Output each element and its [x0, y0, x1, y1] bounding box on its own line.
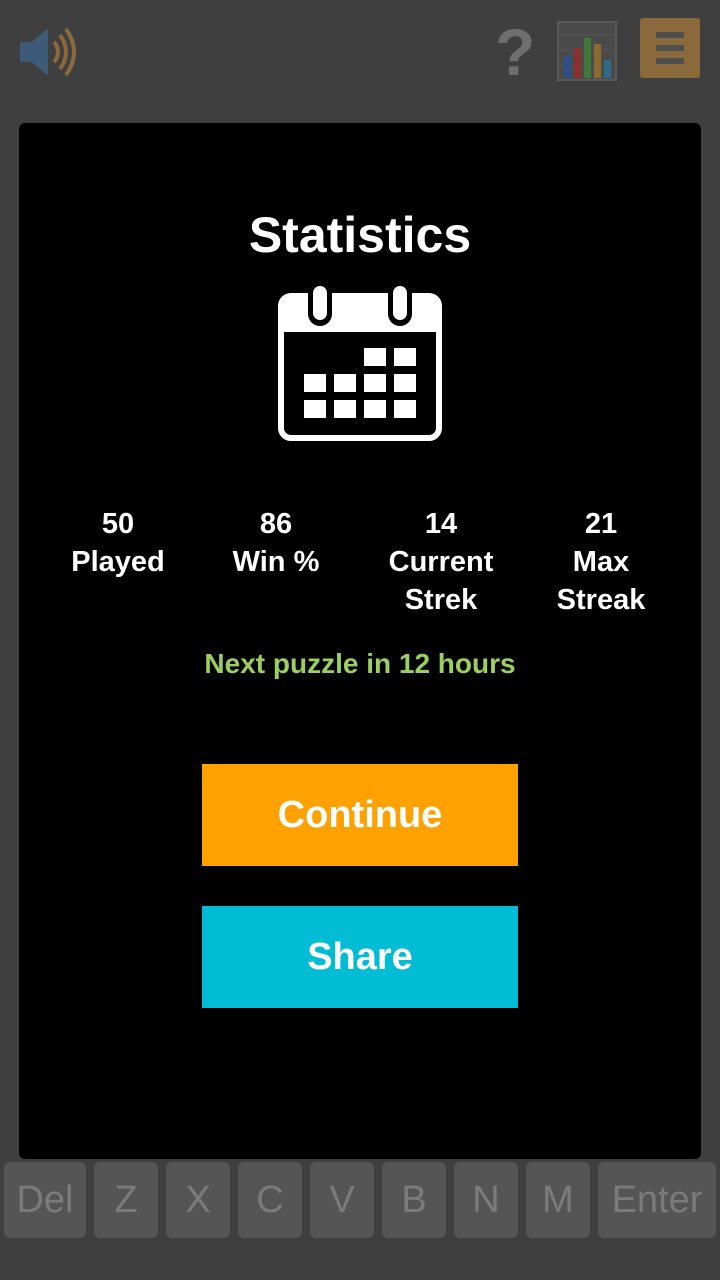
- help-icon[interactable]: ?: [492, 15, 538, 89]
- key-z[interactable]: Z: [94, 1162, 158, 1238]
- stat-played: 50 Played: [38, 505, 198, 581]
- key-enter[interactable]: Enter: [598, 1162, 716, 1238]
- stat-value: 50: [101, 508, 135, 540]
- stat-label: Current Strek: [388, 546, 494, 616]
- continue-button[interactable]: Continue: [202, 764, 518, 866]
- stat-value: 14: [424, 508, 458, 540]
- key-v[interactable]: V: [310, 1162, 374, 1238]
- stat-label: Played: [71, 546, 165, 578]
- key-n[interactable]: N: [454, 1162, 518, 1238]
- key-del[interactable]: Del: [4, 1162, 86, 1238]
- keyboard-row: Del Z X C V B N M Enter: [0, 1158, 720, 1242]
- speaker-icon[interactable]: [16, 22, 78, 82]
- stats-chart-icon[interactable]: [556, 20, 618, 82]
- next-puzzle-text: Next puzzle in 12 hours: [204, 648, 516, 679]
- menu-bar: [656, 58, 684, 64]
- menu-icon[interactable]: [640, 18, 700, 78]
- stat-label: Win %: [232, 546, 320, 578]
- stat-label: Max Streak: [556, 546, 646, 616]
- top-bar: ?: [0, 0, 720, 110]
- modal-title: Statistics: [248, 207, 472, 263]
- menu-bar: [656, 32, 684, 38]
- key-m[interactable]: M: [526, 1162, 590, 1238]
- calendar-icon: [278, 282, 442, 442]
- menu-bar: [656, 45, 684, 51]
- stat-value: 86: [259, 508, 293, 540]
- key-b[interactable]: B: [382, 1162, 446, 1238]
- key-x[interactable]: X: [166, 1162, 230, 1238]
- stat-win-percent: 86 Win %: [196, 505, 356, 581]
- stat-value: 21: [584, 508, 618, 540]
- stat-current-streak: 14 Current Strek: [361, 505, 521, 619]
- share-button[interactable]: Share: [202, 906, 518, 1008]
- key-c[interactable]: C: [238, 1162, 302, 1238]
- stat-max-streak: 21 Max Streak: [521, 505, 681, 619]
